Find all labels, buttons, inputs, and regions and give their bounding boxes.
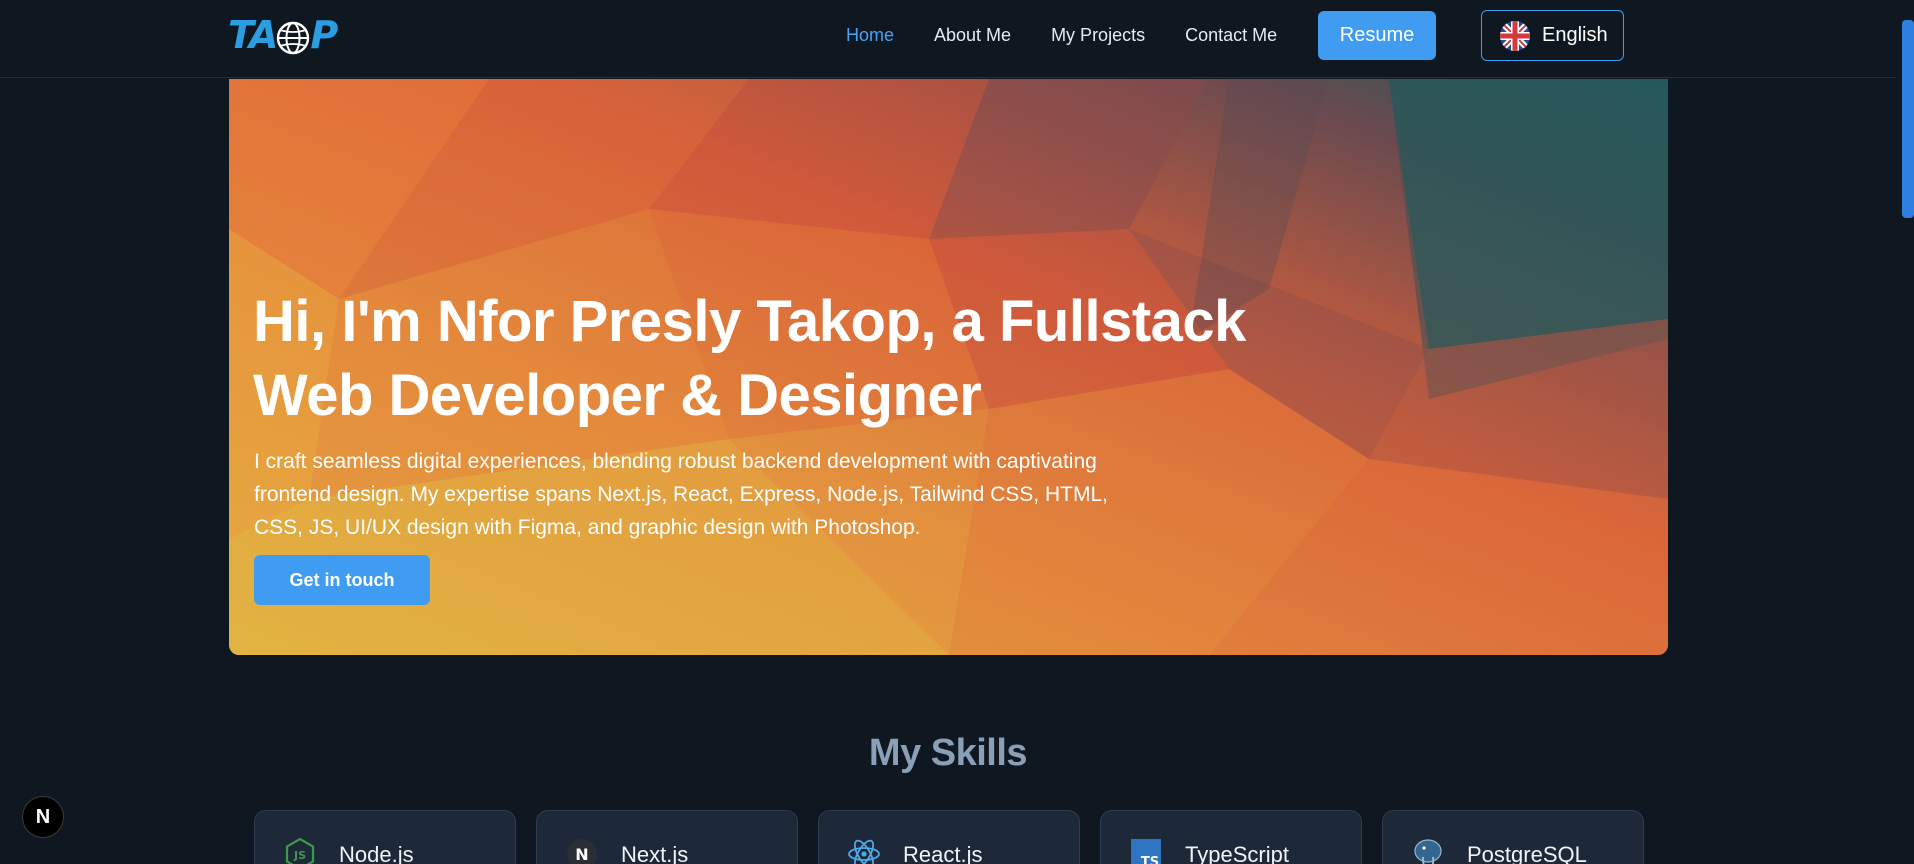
- skill-name: TypeScript: [1185, 842, 1289, 864]
- navbar: TA P Home About Me My Projects Contact M…: [0, 0, 1896, 78]
- nav-link-contact-me[interactable]: Contact Me: [1185, 25, 1277, 46]
- hero-title: Hi, I'm Nfor Presly Takop, a Fullstack W…: [253, 285, 1293, 433]
- resume-button[interactable]: Resume: [1318, 11, 1436, 60]
- skill-name: React.js: [903, 842, 983, 864]
- svg-text:N: N: [575, 845, 588, 864]
- skill-name: PostgreSQL: [1467, 842, 1587, 864]
- skill-name: Next.js: [621, 842, 689, 864]
- svg-text:TS: TS: [1141, 855, 1159, 864]
- svg-text:JS: JS: [293, 849, 306, 862]
- get-in-touch-button[interactable]: Get in touch: [254, 555, 430, 605]
- main-nav: Home About Me My Projects Contact Me: [846, 0, 1277, 70]
- typescript-icon: TS: [1131, 839, 1161, 864]
- skill-card-typescript: TS TypeScript: [1100, 810, 1362, 864]
- hero-banner: Hi, I'm Nfor Presly Takop, a Fullstack W…: [229, 79, 1668, 655]
- page-scrollbar[interactable]: [1896, 0, 1914, 864]
- nextjs-icon: N: [567, 839, 597, 864]
- skill-card-reactjs: React.js: [818, 810, 1080, 864]
- hero-title-line-2: Web Developer & Designer: [253, 363, 982, 428]
- language-label: English: [1542, 24, 1608, 46]
- nav-link-my-projects[interactable]: My Projects: [1051, 25, 1145, 46]
- nextjs-dev-indicator-icon[interactable]: N: [22, 796, 64, 838]
- language-selector[interactable]: English: [1481, 10, 1624, 61]
- scrollbar-thumb[interactable]: [1902, 20, 1914, 218]
- skill-card-nodejs: JS Node.js: [254, 810, 516, 864]
- nav-link-about-me[interactable]: About Me: [934, 25, 1011, 46]
- nodejs-icon: JS: [285, 837, 315, 864]
- logo-wordmark: TA P: [228, 13, 338, 58]
- hero-description: I craft seamless digital experiences, bl…: [254, 450, 1108, 539]
- postgresql-icon: [1414, 839, 1442, 864]
- hero-title-line-1: Hi, I'm Nfor Presly Takop, a Fullstack: [253, 289, 1246, 354]
- globe-icon: [277, 21, 310, 54]
- react-icon: [848, 839, 880, 864]
- skills-section-title: My Skills: [868, 732, 1028, 774]
- skill-card-nextjs: N Next.js: [536, 810, 798, 864]
- nav-link-home[interactable]: Home: [846, 25, 894, 46]
- skill-card-postgresql: PostgreSQL: [1382, 810, 1644, 864]
- skill-name: Node.js: [339, 842, 414, 864]
- site-logo[interactable]: TA P: [228, 13, 380, 58]
- uk-flag-icon: [1500, 20, 1530, 51]
